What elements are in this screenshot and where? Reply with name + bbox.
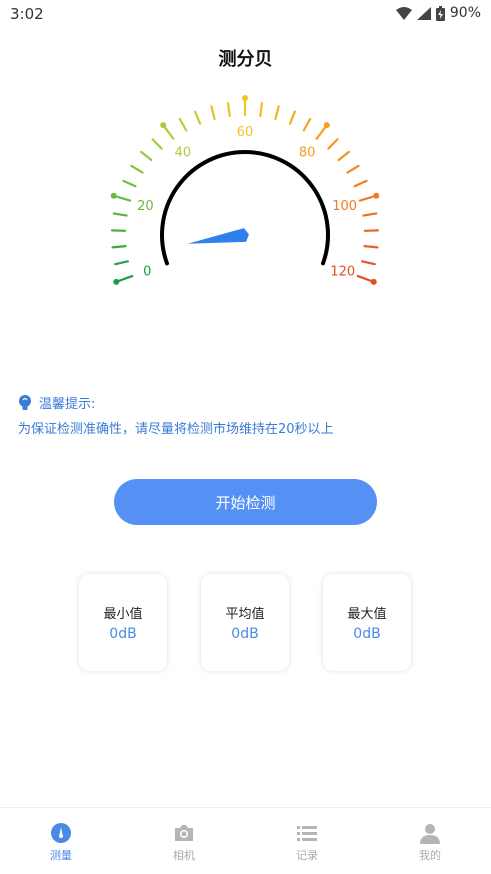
gauge-tick-dot: [373, 193, 379, 199]
gauge-minor-tick: [339, 152, 349, 160]
gauge-minor-tick: [363, 213, 376, 215]
gauge-minor-tick: [362, 261, 375, 264]
gauge-minor-tick: [113, 246, 126, 247]
tab-measure-label: 测量: [0, 847, 122, 863]
gauge-tick-dot: [242, 95, 248, 101]
gauge-minor-tick: [180, 119, 186, 130]
gauge-tick-dot: [111, 193, 117, 199]
gauge-tick-dot: [160, 122, 166, 128]
status-time: 3:02: [10, 5, 44, 23]
meter-icon: [50, 822, 72, 844]
gauge-minor-tick: [275, 106, 278, 119]
tab-measure[interactable]: 测量: [0, 808, 122, 874]
tab-records-label: 记录: [246, 847, 368, 863]
wifi-icon: [396, 7, 412, 20]
gauge-major-tick: [115, 196, 130, 201]
tip-title: 温馨提示:: [39, 393, 95, 412]
gauge-minor-tick: [228, 103, 230, 116]
user-icon: [419, 822, 441, 844]
max-value: 0dB: [323, 626, 411, 642]
list-icon: [296, 822, 318, 844]
gauge-tick-dot: [371, 279, 377, 285]
gauge-tick-label: 0: [143, 265, 151, 280]
gauge-minor-tick: [328, 139, 337, 148]
gauge-minor-tick: [114, 213, 127, 215]
decibel-gauge: 0 20 40 60 80 100 120: [0, 80, 491, 310]
max-value-card: 最大值 0dB: [323, 574, 411, 671]
min-value-card: 最小值 0dB: [79, 574, 167, 671]
gauge-minor-tick: [355, 181, 367, 186]
page-title: 测分贝: [0, 45, 491, 71]
bottom-tab-bar: 测量 相机 记录 我的: [0, 807, 491, 874]
gauge-major-tick: [317, 126, 327, 139]
tab-camera[interactable]: 相机: [123, 808, 245, 874]
gauge-arc: [162, 152, 328, 263]
lightbulb-icon: [18, 395, 32, 411]
avg-value: 0dB: [201, 626, 289, 642]
gauge-major-tick: [164, 126, 174, 139]
gauge-tick-dot: [324, 122, 330, 128]
camera-icon: [173, 822, 195, 844]
gauge-minor-tick: [304, 119, 310, 130]
gauge-minor-tick: [260, 103, 262, 116]
gauge-tick-dot: [113, 279, 119, 285]
status-icons: 90%: [396, 5, 481, 21]
gauge-tick-label: 60: [237, 125, 254, 140]
gauge-minor-tick: [131, 166, 142, 173]
gauge-minor-tick: [290, 112, 295, 124]
avg-value-card: 平均值 0dB: [201, 574, 289, 671]
gauge-tick-label: 20: [137, 199, 154, 214]
gauge-major-tick: [360, 196, 375, 201]
gauge-minor-tick: [211, 106, 214, 119]
tab-profile-label: 我的: [369, 847, 491, 863]
gauge-minor-tick: [115, 261, 128, 264]
gauge-tick-label: 80: [299, 146, 316, 161]
min-value: 0dB: [79, 626, 167, 642]
gauge-major-tick: [117, 276, 132, 281]
max-label: 最大值: [323, 603, 411, 622]
tab-camera-label: 相机: [123, 847, 245, 863]
battery-percent: 90%: [450, 5, 481, 21]
start-detect-button[interactable]: 开始检测: [114, 479, 377, 525]
status-bar: 3:02 90%: [0, 0, 491, 28]
signal-icon: [417, 7, 431, 20]
gauge-tick-label: 40: [175, 146, 192, 161]
tab-profile[interactable]: 我的: [369, 808, 491, 874]
tip-header: 温馨提示:: [18, 393, 95, 412]
gauge-needle: [188, 228, 249, 244]
gauge-minor-tick: [347, 166, 358, 173]
gauge-ticks: [111, 95, 379, 285]
gauge-minor-tick: [123, 181, 135, 186]
avg-label: 平均值: [201, 603, 289, 622]
gauge-minor-tick: [195, 112, 200, 124]
min-label: 最小值: [79, 603, 167, 622]
tab-records[interactable]: 记录: [246, 808, 368, 874]
gauge-minor-tick: [141, 152, 151, 160]
gauge-major-tick: [358, 276, 373, 281]
gauge-tick-label: 120: [330, 265, 355, 280]
gauge-minor-tick: [153, 139, 162, 148]
gauge-minor-tick: [364, 246, 377, 247]
battery-icon: [436, 6, 445, 21]
tip-body: 为保证检测准确性，请尽量将检测市场维持在20秒以上: [18, 418, 334, 437]
gauge-tick-label: 100: [332, 199, 357, 214]
